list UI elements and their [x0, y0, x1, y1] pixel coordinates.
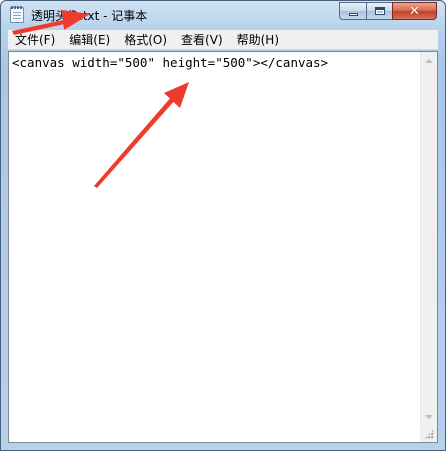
menu-view[interactable]: 查看(V)	[174, 30, 230, 50]
maximize-icon	[374, 7, 385, 15]
editor-content[interactable]: <canvas width="500" height="500"></canva…	[12, 55, 412, 71]
text-editor[interactable]: <canvas width="500" height="500"></canva…	[8, 51, 438, 443]
close-button[interactable]: ✕	[392, 2, 437, 20]
vertical-scrollbar[interactable]	[420, 52, 437, 425]
menu-bar: 文件(F) 编辑(E) 格式(O) 查看(V) 帮助(H)	[8, 30, 438, 50]
menu-help[interactable]: 帮助(H)	[230, 30, 286, 50]
scroll-up-button[interactable]	[421, 52, 437, 69]
resize-grip-icon	[424, 429, 434, 439]
arrow-down-icon	[425, 414, 433, 419]
arrow-up-icon	[425, 58, 433, 63]
menu-format[interactable]: 格式(O)	[117, 30, 174, 50]
minimize-button[interactable]	[339, 2, 367, 20]
maximize-button[interactable]	[366, 2, 393, 20]
notepad-icon[interactable]	[10, 6, 24, 23]
scroll-down-button[interactable]	[421, 408, 437, 425]
menu-file[interactable]: 文件(F)	[8, 30, 62, 50]
notepad-window: 透明头像.txt - 记事本 ✕ 文件(F) 编辑(E) 格式(O) 查看(V)…	[0, 0, 446, 451]
resize-grip[interactable]	[420, 425, 437, 442]
close-icon: ✕	[409, 3, 420, 19]
title-bar[interactable]: 透明头像.txt - 记事本 ✕	[1, 1, 445, 29]
minimize-icon	[348, 12, 358, 16]
window-title: 透明头像.txt - 记事本	[31, 9, 148, 23]
menu-edit[interactable]: 编辑(E)	[62, 30, 117, 50]
